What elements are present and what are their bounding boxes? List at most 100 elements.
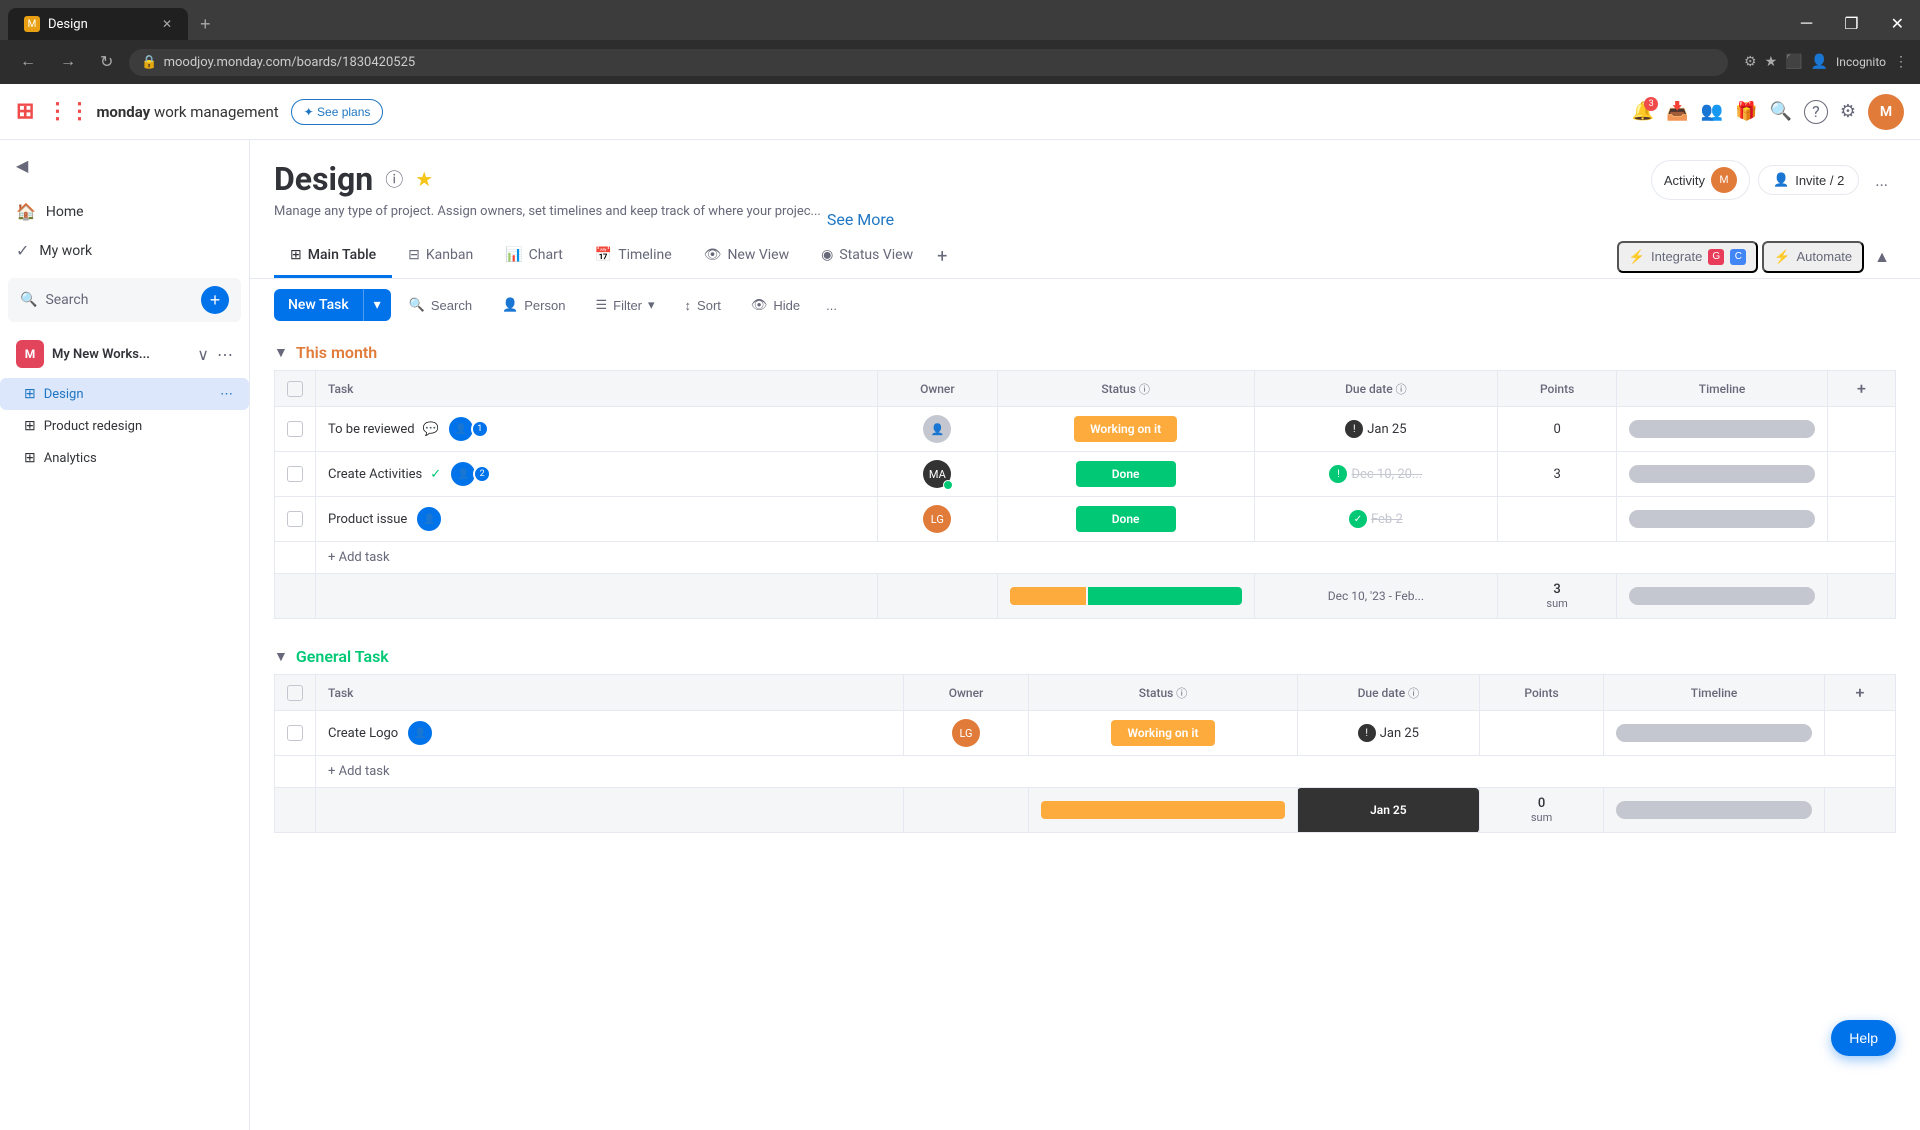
collapse-view-icon[interactable]: ▲ xyxy=(1868,247,1896,267)
browser-tab[interactable]: M Design ✕ xyxy=(8,8,188,40)
see-more-link[interactable]: See More xyxy=(827,210,894,229)
gt-points-summary: 0 sum xyxy=(1479,788,1604,833)
board-more-options-button[interactable]: ... xyxy=(1867,167,1896,194)
activity-button[interactable]: Activity M xyxy=(1651,160,1750,200)
task-name-cell[interactable]: To be reviewed 💬 👤 1 xyxy=(316,407,878,452)
status-column-header: Status ⓘ xyxy=(997,371,1254,407)
due-date-cell-1[interactable]: ! Jan 25 xyxy=(1254,407,1497,452)
search-button[interactable]: 🔍 Search xyxy=(397,290,484,320)
gt-row-checkbox-1[interactable] xyxy=(287,725,303,741)
tab-timeline[interactable]: 📅 Timeline xyxy=(579,235,688,278)
owner-cell-2[interactable]: MA xyxy=(878,452,998,497)
automate-button[interactable]: ⚡ Automate xyxy=(1762,241,1864,273)
sidebar-search[interactable]: 🔍 Search + xyxy=(8,278,241,322)
sort-button[interactable]: ↕ Sort xyxy=(673,291,733,320)
select-all-checkbox[interactable] xyxy=(287,381,303,397)
row-checkbox-col[interactable] xyxy=(275,407,316,452)
board-star-icon[interactable]: ★ xyxy=(415,167,433,191)
owner-cell-3[interactable]: LG xyxy=(878,497,998,542)
gt-select-all-col[interactable] xyxy=(275,675,316,711)
new-tab-button[interactable]: + xyxy=(192,10,219,39)
board-info-icon[interactable]: ⓘ xyxy=(385,166,403,192)
app-container: ◀ 🏠 Home ✓ My work 🔍 Search + M My New W… xyxy=(0,140,1920,1130)
forward-button[interactable]: → xyxy=(52,49,84,75)
sidebar-item-design[interactable]: ⊞ Design ⋯ xyxy=(0,378,249,410)
owner-column-header: Owner xyxy=(878,371,998,407)
inbox-icon[interactable]: 📥 xyxy=(1666,101,1688,122)
maximize-button[interactable]: ❐ xyxy=(1828,8,1874,40)
due-date-cell-2[interactable]: ! Dec 10, 20... xyxy=(1254,452,1497,497)
general-task-header[interactable]: ▼ General Task xyxy=(274,635,1896,674)
new-task-button[interactable]: New Task ▾ xyxy=(274,289,391,321)
invite-button[interactable]: 👤 Invite / 2 xyxy=(1758,165,1859,195)
filter-button[interactable]: ☰ Filter ▾ xyxy=(583,290,666,320)
address-bar[interactable]: 🔒 moodjoy.monday.com/boards/1830420525 xyxy=(129,49,1728,76)
new-task-dropdown-arrow[interactable]: ▾ xyxy=(363,289,391,321)
status-cell-3[interactable]: Done xyxy=(997,497,1254,542)
tab-chart[interactable]: 📊 Chart xyxy=(489,235,579,278)
row-checkbox-3[interactable] xyxy=(287,511,303,527)
owner-cell-1[interactable]: 👤 xyxy=(878,407,998,452)
workspace-more-icon[interactable]: ⋯ xyxy=(217,345,233,364)
board-more-design[interactable]: ⋯ xyxy=(220,387,233,402)
tab-new-view[interactable]: 👁 New View xyxy=(688,235,805,278)
notification-bell[interactable]: 🔔 3 xyxy=(1632,101,1654,122)
gt-task-name-cell-1[interactable]: Create Logo 👤 xyxy=(316,711,904,756)
activity-avatar: M xyxy=(1711,167,1737,193)
refresh-button[interactable]: ↻ xyxy=(92,48,121,76)
people-icon[interactable]: 👥 xyxy=(1701,101,1723,122)
gt-task-avatar-group-1: 👤 xyxy=(406,719,434,747)
gt-owner-cell-1[interactable]: LG xyxy=(904,711,1029,756)
user-avatar[interactable]: M xyxy=(1868,94,1904,130)
task-name-cell-2[interactable]: Create Activities ✓ 👤 2 xyxy=(316,452,878,497)
add-view-button[interactable]: + xyxy=(929,238,955,275)
see-plans-button[interactable]: ✦ See plans xyxy=(291,99,384,125)
back-button[interactable]: ← xyxy=(12,49,44,75)
workspace-expand-icon[interactable]: ∨ xyxy=(197,345,209,364)
gt-due-date-cell-1[interactable]: ! Jan 25 xyxy=(1297,711,1479,756)
gt-status-cell-1[interactable]: Working on it xyxy=(1029,711,1298,756)
menu-icon[interactable]: ⋮ xyxy=(1894,54,1908,70)
sidebar-item-analytics[interactable]: ⊞ Analytics xyxy=(0,442,249,474)
tab-status-view[interactable]: ◉ Status View xyxy=(805,235,929,278)
bookmark-icon[interactable]: ★ xyxy=(1765,54,1778,70)
select-all-checkbox-col[interactable] xyxy=(275,371,316,407)
tab-main-table[interactable]: ⊞ Main Table xyxy=(274,235,392,278)
tab-close-btn[interactable]: ✕ xyxy=(162,17,172,31)
browser-nav: ← → ↻ 🔒 moodjoy.monday.com/boards/183042… xyxy=(0,40,1920,84)
close-button[interactable]: ✕ xyxy=(1875,8,1920,40)
gt-select-all-checkbox[interactable] xyxy=(287,685,303,701)
help-button[interactable]: Help xyxy=(1831,1020,1896,1056)
gmail-icon: G xyxy=(1708,249,1724,265)
task-name-cell-3[interactable]: Product issue 👤 xyxy=(316,497,878,542)
tab-kanban[interactable]: ⊟ Kanban xyxy=(392,235,489,278)
more-toolbar-button[interactable]: ... xyxy=(818,291,845,320)
this-month-header[interactable]: ▼ This month xyxy=(274,331,1896,370)
status-cell-2[interactable]: Done xyxy=(997,452,1254,497)
sidebar-item-my-work[interactable]: ✓ My work xyxy=(0,231,249,270)
minimize-button[interactable]: ─ xyxy=(1785,8,1828,40)
gt-add-task-row[interactable]: + Add task xyxy=(275,756,1896,788)
sidebar-item-product-redesign[interactable]: ⊞ Product redesign xyxy=(0,410,249,442)
extensions-icon[interactable]: ⚙ xyxy=(1744,54,1757,70)
sidebar-icon[interactable]: ⬛ xyxy=(1785,54,1802,70)
search-icon[interactable]: 🔍 xyxy=(1769,101,1791,122)
gift-icon[interactable]: 🎁 xyxy=(1735,101,1757,122)
person-filter-button[interactable]: 👤 Person xyxy=(490,290,577,320)
status-cell-1[interactable]: Working on it xyxy=(997,407,1254,452)
gt-add-column-button[interactable]: + xyxy=(1824,675,1895,711)
due-date-cell-3[interactable]: ✓ Feb 2 xyxy=(1254,497,1497,542)
sidebar-add-button[interactable]: + xyxy=(201,286,229,314)
integrate-button[interactable]: ⚡ Integrate G C xyxy=(1617,241,1759,273)
apps-icon[interactable]: ⚙ xyxy=(1840,101,1856,122)
help-icon[interactable]: ? xyxy=(1804,100,1828,124)
hide-button[interactable]: 👁 Hide xyxy=(739,290,812,320)
apps-grid-icon[interactable]: ⊞ xyxy=(16,99,34,124)
add-column-button[interactable]: + xyxy=(1827,371,1895,407)
sidebar-item-home[interactable]: 🏠 Home xyxy=(0,192,249,231)
profile-icon[interactable]: 👤 xyxy=(1811,54,1828,70)
add-task-row[interactable]: + Add task xyxy=(275,542,1896,574)
row-checkbox-2[interactable] xyxy=(287,466,303,482)
row-checkbox[interactable] xyxy=(287,421,303,437)
sidebar-collapse-button[interactable]: ◀ xyxy=(8,148,36,184)
